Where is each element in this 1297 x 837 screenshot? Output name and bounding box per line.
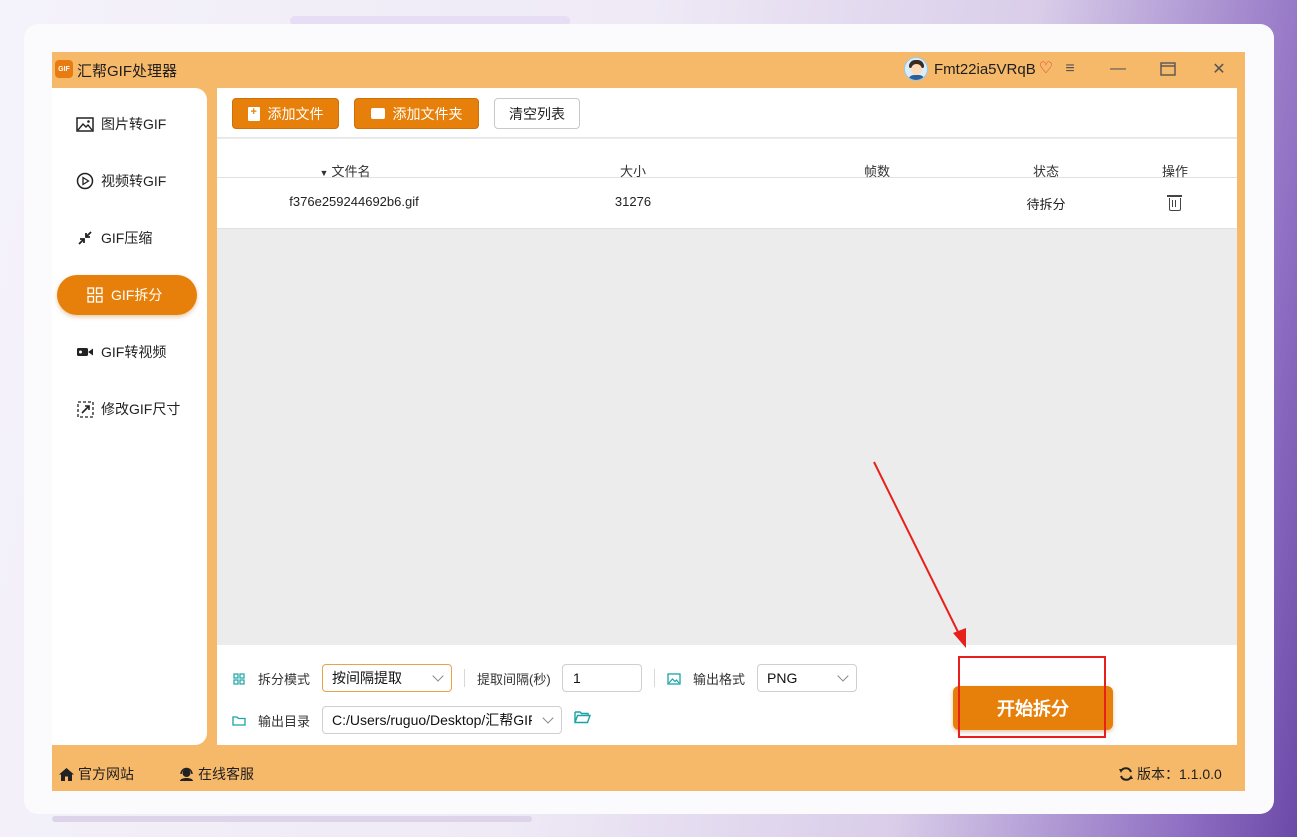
- background-glow-bottom: [52, 816, 532, 822]
- username: Fmt22ia5VRqB: [934, 60, 1036, 78]
- chevron-down-icon: [542, 712, 554, 724]
- minimize-icon[interactable]: —: [1105, 57, 1131, 81]
- annotation-highlight-box: [958, 656, 1106, 738]
- add-folder-button[interactable]: 添加文件夹: [354, 98, 479, 129]
- version-info[interactable]: 版本：1.1.0.0: [1118, 764, 1222, 784]
- refresh-icon: [1118, 766, 1134, 782]
- output-format-select[interactable]: PNG: [757, 664, 857, 692]
- play-circle-icon: [75, 172, 95, 190]
- avatar[interactable]: [904, 57, 928, 81]
- output-dir-select[interactable]: C:/Users/ruguo/Desktop/汇帮GIF: [322, 706, 562, 734]
- close-icon[interactable]: ✕: [1206, 57, 1232, 81]
- output-dir-label: 输出目录: [232, 711, 310, 730]
- table-row[interactable]: f376e259244692b6.gif 31276 待拆分: [217, 178, 1237, 229]
- folder-icon: [232, 715, 246, 726]
- sidebar-item-label: GIF转视频: [101, 344, 167, 360]
- split-grid-icon: [232, 672, 246, 685]
- sidebar-item-label: 视频转GIF: [101, 173, 167, 189]
- table-header: ▼ 文件名 大小 帧数 状态 操作: [217, 139, 1237, 179]
- divider: [654, 669, 655, 687]
- split-mode-select[interactable]: 按间隔提取: [322, 664, 452, 692]
- open-folder-icon[interactable]: [574, 710, 591, 727]
- vip-heart-icon: ♡: [1038, 60, 1054, 77]
- interval-label: 提取间隔(秒): [477, 672, 551, 687]
- output-format-label: 输出格式: [667, 669, 745, 688]
- headset-icon: [178, 767, 195, 782]
- sidebar-item-label: 图片转GIF: [101, 116, 167, 132]
- sidebar: 图片转GIF 视频转GIF GIF压缩 GIF拆分 GIF转视频 修改GIF尺寸: [52, 88, 207, 745]
- sidebar-item-image-to-gif[interactable]: 图片转GIF: [57, 104, 197, 144]
- chevron-down-icon: [837, 670, 849, 682]
- file-name: f376e259244692b6.gif: [289, 194, 419, 209]
- sidebar-item-gif-to-video[interactable]: GIF转视频: [57, 332, 197, 372]
- file-table: ▼ 文件名 大小 帧数 状态 操作 f376e259244692b6.gif 31…: [217, 139, 1237, 229]
- online-support-link[interactable]: 在线客服: [178, 764, 254, 784]
- add-file-icon: [247, 106, 260, 121]
- official-website-link[interactable]: 官方网站: [58, 764, 134, 784]
- compress-icon: [75, 230, 95, 246]
- sidebar-item-label: GIF拆分: [111, 287, 163, 303]
- add-file-button[interactable]: 添加文件: [232, 98, 339, 129]
- maximize-icon[interactable]: [1155, 57, 1181, 81]
- sort-desc-icon: ▼: [319, 168, 329, 178]
- image-icon: [75, 116, 95, 132]
- split-grid-icon: [85, 287, 105, 303]
- sidebar-item-label: 修改GIF尺寸: [101, 401, 181, 417]
- user-account[interactable]: Fmt22ia5VRqB ♡: [904, 56, 1053, 82]
- home-icon: [58, 767, 75, 782]
- footer: 官方网站 在线客服 版本：1.1.0.0: [52, 758, 1245, 788]
- file-size: 31276: [614, 194, 652, 209]
- menu-icon[interactable]: ≡: [1057, 57, 1083, 81]
- chevron-down-icon: [432, 670, 444, 682]
- app-logo-icon: GIF: [55, 60, 73, 78]
- sidebar-item-gif-compress[interactable]: GIF压缩: [57, 218, 197, 258]
- sidebar-item-gif-split[interactable]: GIF拆分: [57, 275, 197, 315]
- sidebar-item-label: GIF压缩: [101, 230, 153, 246]
- image-icon: [667, 672, 681, 685]
- clear-list-button[interactable]: 清空列表: [494, 98, 580, 129]
- delete-icon[interactable]: [1167, 195, 1182, 211]
- interval-input[interactable]: 1: [562, 664, 642, 692]
- title-bar: GIF 汇帮GIF处理器 Fmt22ia5VRqB ♡ ≡ — ✕: [52, 52, 1245, 86]
- file-status: 待拆分: [1026, 197, 1066, 212]
- split-mode-label: 拆分模式: [232, 669, 310, 688]
- sidebar-item-video-to-gif[interactable]: 视频转GIF: [57, 161, 197, 201]
- sidebar-item-resize-gif[interactable]: 修改GIF尺寸: [57, 389, 197, 429]
- add-folder-icon: [370, 108, 385, 119]
- toolbar: 添加文件 添加文件夹 清空列表: [217, 88, 1237, 138]
- resize-icon: [75, 400, 95, 418]
- app-title: 汇帮GIF处理器: [77, 63, 177, 80]
- divider: [464, 669, 465, 687]
- main-panel: 添加文件 添加文件夹 清空列表 ▼文件名 大小 帧数 状态 操作 f376e25…: [217, 88, 1237, 745]
- video-camera-icon: [75, 346, 95, 358]
